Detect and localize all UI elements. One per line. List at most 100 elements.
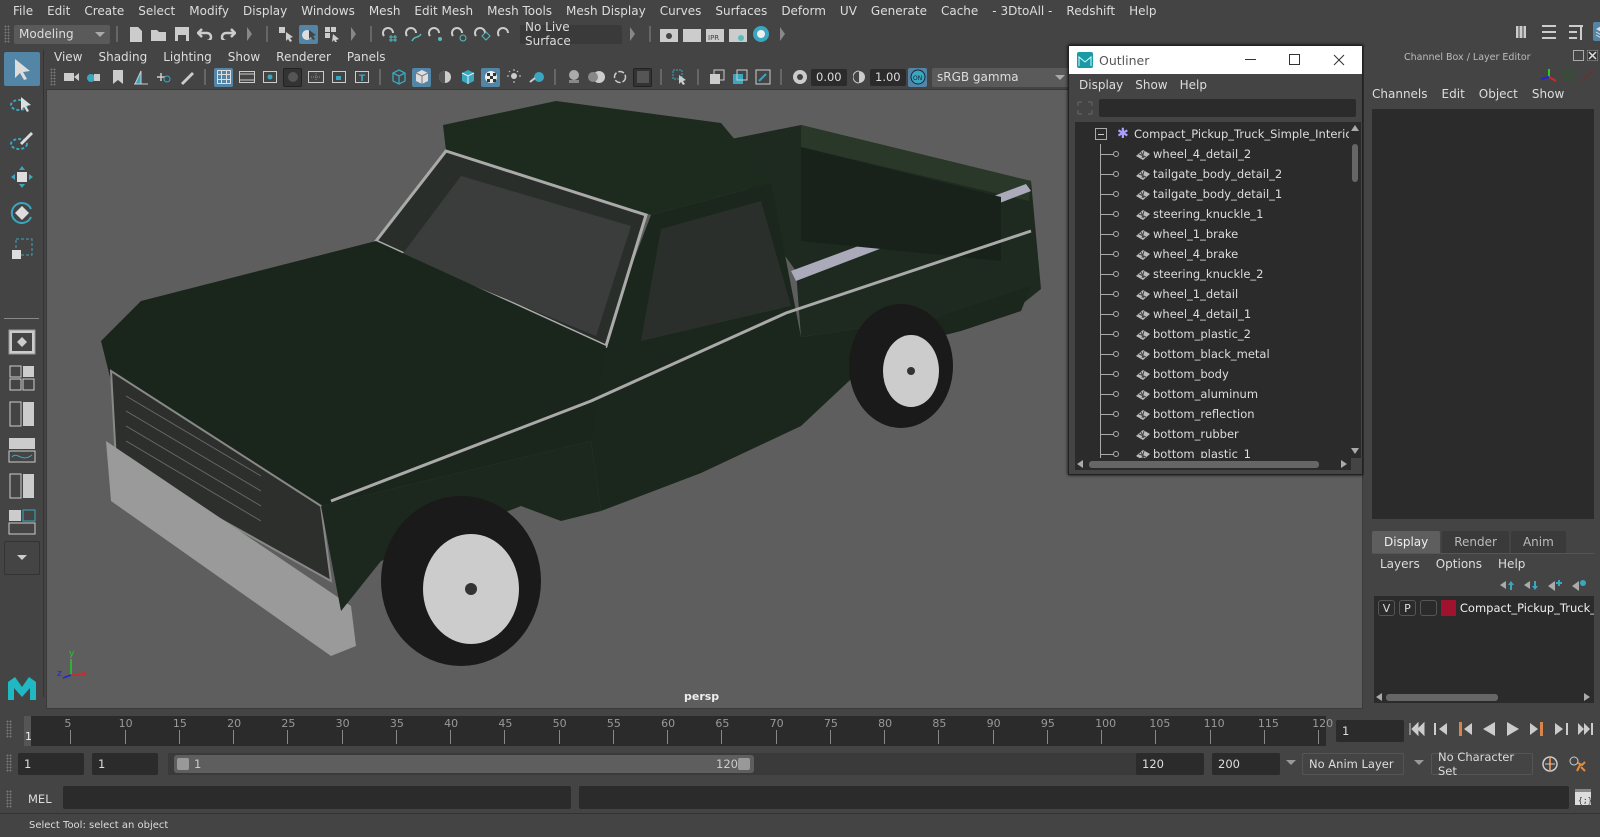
snap-grid-icon[interactable]: [380, 25, 399, 44]
maximize-icon[interactable]: [1289, 54, 1300, 65]
step-forward-frame-icon[interactable]: [1552, 720, 1570, 738]
toolbar-grip[interactable]: [6, 720, 12, 738]
redo-icon[interactable]: [218, 25, 237, 44]
workspace-selector[interactable]: Modeling: [14, 24, 110, 44]
motion-blur-icon[interactable]: [587, 68, 606, 87]
tab-render[interactable]: Render: [1442, 531, 1509, 553]
play-backwards-icon[interactable]: [1480, 720, 1498, 738]
menu-help[interactable]: Help: [1122, 4, 1163, 18]
snap-live-icon[interactable]: [472, 25, 491, 44]
menu-mesh-tools[interactable]: Mesh Tools: [480, 4, 559, 18]
float-panel-icon[interactable]: [1573, 50, 1584, 61]
attribute-editor-icon[interactable]: [1539, 22, 1558, 41]
range-end-handle[interactable]: [738, 758, 750, 770]
exposure-icon[interactable]: [790, 68, 809, 87]
panel-menu-shading[interactable]: Shading: [90, 50, 155, 64]
anti-aliasing-icon[interactable]: [610, 68, 629, 87]
menu-select[interactable]: Select: [131, 4, 182, 18]
playback-start-field[interactable]: 1: [92, 753, 158, 775]
ipr-render-icon[interactable]: IPR: [705, 25, 724, 44]
layer-display-type-toggle[interactable]: [1419, 600, 1437, 616]
smooth-shade-icon[interactable]: [412, 67, 431, 87]
outliner-item[interactable]: tailgate_body_detail_2: [1075, 164, 1345, 184]
panel-menu-show[interactable]: Show: [220, 50, 268, 64]
snap-magnet-icon[interactable]: [495, 25, 514, 44]
isolate-select-icon[interactable]: [670, 68, 689, 87]
panel-menu-renderer[interactable]: Renderer: [268, 50, 339, 64]
scrollbar-thumb[interactable]: [1352, 144, 1358, 182]
animation-preferences-icon[interactable]: [1568, 755, 1588, 773]
tab-anim[interactable]: Anim: [1510, 531, 1566, 553]
close-panel-icon[interactable]: [1587, 50, 1598, 61]
single-perspective-layout-icon[interactable]: [4, 325, 40, 359]
channel-box-menu-show[interactable]: Show: [1532, 87, 1572, 101]
more-layouts-button[interactable]: [4, 541, 40, 575]
step-back-frame-icon[interactable]: [1432, 720, 1450, 738]
select-object-icon[interactable]: [299, 24, 318, 44]
menu-cache[interactable]: Cache: [934, 4, 985, 18]
panel-menu-view[interactable]: View: [46, 50, 90, 64]
menu-surfaces[interactable]: Surfaces: [708, 4, 774, 18]
outliner-horizontal-scrollbar[interactable]: [1075, 458, 1351, 470]
snap-point-icon[interactable]: [426, 25, 445, 44]
end-time-field[interactable]: 200: [1212, 753, 1280, 775]
menu-3dtoall[interactable]: - 3DtoAll -: [985, 4, 1059, 18]
wireframe-on-shaded-icon[interactable]: [458, 68, 477, 87]
new-layer-icon[interactable]: [1547, 579, 1563, 591]
channel-box-menu-channels[interactable]: Channels: [1372, 87, 1436, 101]
outliner-item[interactable]: bottom_plastic_2: [1075, 324, 1345, 344]
time-slider[interactable]: 1 5 10 15 20 25 30 35 40 45 50 55 60 65 70 75 80 85 90 95 1…: [24, 716, 1333, 746]
xray-active-icon[interactable]: [730, 68, 749, 87]
chevron-down-icon[interactable]: [1414, 760, 1424, 766]
toolbar-grip[interactable]: [4, 25, 10, 43]
hypershade-icon[interactable]: [751, 25, 770, 44]
step-forward-key-icon[interactable]: [1528, 720, 1546, 738]
outliner-item[interactable]: wheel_4_detail_1: [1075, 304, 1345, 324]
scale-tool-icon[interactable]: [4, 232, 40, 266]
gamma-field[interactable]: 1.00: [870, 68, 906, 86]
paint-select-tool-icon[interactable]: [4, 124, 40, 158]
outliner-item[interactable]: steering_knuckle_2: [1075, 264, 1345, 284]
toolbar-grip[interactable]: [50, 68, 56, 86]
outliner-item[interactable]: bottom_body: [1075, 364, 1345, 384]
grease-pencil-icon[interactable]: [177, 68, 196, 87]
default-material-icon[interactable]: [435, 68, 454, 87]
scrollbar-thumb[interactable]: [1386, 694, 1498, 701]
xray-joints-icon[interactable]: [753, 68, 772, 87]
manipulator-axis-icon[interactable]: [1540, 67, 1558, 83]
hypershade-layout-icon[interactable]: [4, 469, 40, 503]
snap-curve-icon[interactable]: [403, 25, 422, 44]
shadows-icon[interactable]: [527, 68, 546, 87]
camera-attributes-icon[interactable]: [85, 68, 104, 87]
range-slider[interactable]: 1 120: [168, 753, 1142, 775]
outliner-title-bar[interactable]: Outliner: [1069, 46, 1362, 74]
snap-view-plane-icon[interactable]: [449, 25, 468, 44]
camera-select-icon[interactable]: [62, 68, 81, 87]
new-layer-from-selected-icon[interactable]: [1571, 579, 1587, 591]
new-scene-icon[interactable]: [126, 25, 145, 44]
rotate-tool-icon[interactable]: [4, 196, 40, 230]
grid-toggle-icon[interactable]: [214, 67, 233, 87]
outliner-item[interactable]: wheel_4_brake: [1075, 244, 1345, 264]
wireframe-icon[interactable]: [389, 68, 408, 87]
render-settings-icon[interactable]: [728, 25, 747, 44]
play-forwards-icon[interactable]: [1504, 720, 1522, 738]
current-frame-field[interactable]: 1: [1336, 720, 1404, 742]
outliner-item[interactable]: bottom_black_metal: [1075, 344, 1345, 364]
xray-icon[interactable]: [707, 68, 726, 87]
start-time-field[interactable]: 1: [18, 753, 84, 775]
select-hierarchy-icon[interactable]: [276, 25, 295, 44]
scroll-up-icon[interactable]: [1351, 125, 1359, 131]
menu-curves[interactable]: Curves: [653, 4, 709, 18]
custom-layout-icon[interactable]: [4, 505, 40, 539]
ambient-occlusion-icon[interactable]: [564, 68, 583, 87]
scroll-left-icon[interactable]: [1077, 460, 1083, 468]
toolbar-grip[interactable]: [6, 790, 12, 808]
four-view-layout-icon[interactable]: [4, 361, 40, 395]
range-slider-bar[interactable]: 1 120: [174, 755, 754, 773]
auto-key-icon[interactable]: [1541, 755, 1559, 773]
outliner-item[interactable]: bottom_rubber: [1075, 424, 1345, 444]
lasso-tool-icon[interactable]: [4, 88, 40, 122]
layer-color-swatch[interactable]: [1440, 600, 1456, 616]
modeling-toolkit-icon[interactable]: [1512, 22, 1531, 41]
